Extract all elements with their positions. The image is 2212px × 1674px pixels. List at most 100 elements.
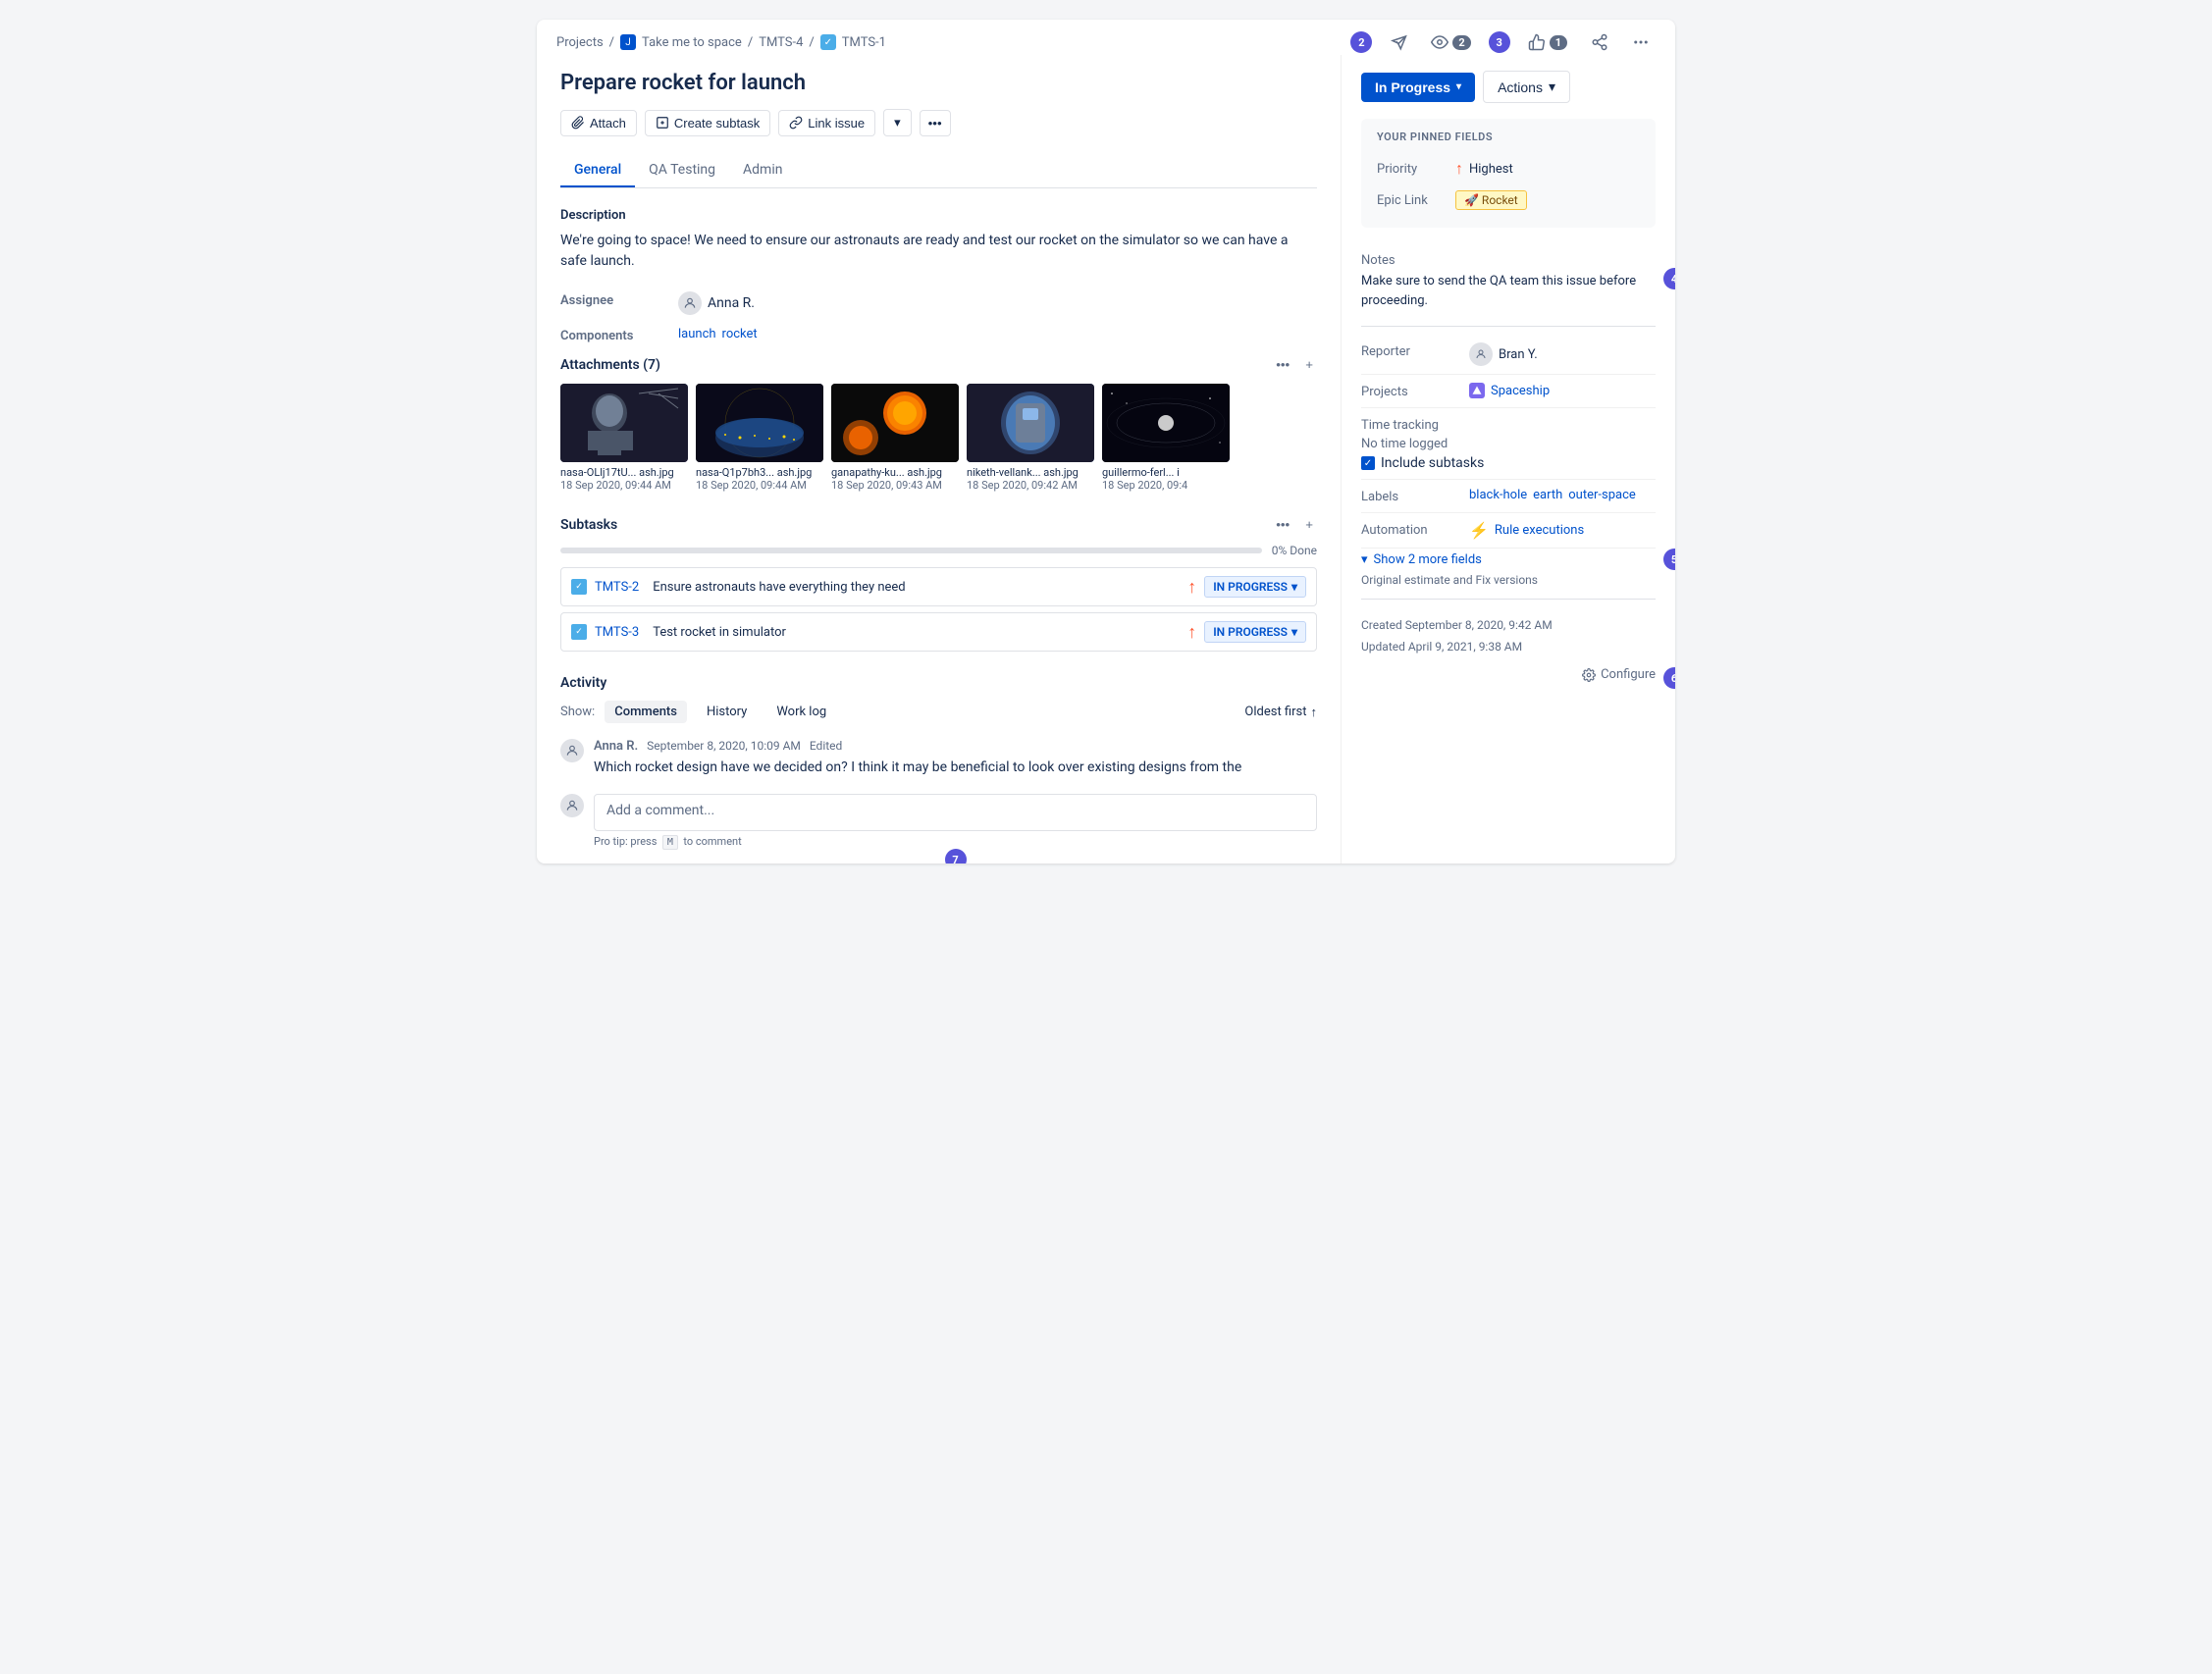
attachment-item[interactable]: nasa-OLlj17tU... ash.jpg 18 Sep 2020, 09…: [560, 384, 688, 492]
assignee-avatar: [678, 291, 702, 315]
created-timestamp: Created September 8, 2020, 9:42 AM: [1361, 615, 1656, 637]
component-launch[interactable]: launch: [678, 327, 716, 341]
actions-chevron: ▾: [1549, 78, 1555, 95]
subtask-item[interactable]: ✓ TMTS-2 Ensure astronauts have everythi…: [560, 567, 1317, 606]
rule-executions-link[interactable]: Rule executions: [1495, 523, 1584, 538]
time-tracking-row: Time tracking No time logged ✓ Include s…: [1361, 408, 1656, 480]
breadcrumb: Projects / J Take me to space / TMTS-4 /…: [556, 34, 886, 50]
assignee-value: Anna R.: [678, 291, 755, 315]
status-chevron: ▾: [1456, 81, 1461, 92]
attachments-add-button[interactable]: +: [1301, 355, 1317, 374]
priority-row: Priority ↑ Highest: [1377, 153, 1640, 184]
subtasks-more-button[interactable]: •••: [1272, 515, 1293, 534]
projects-label: Projects: [1361, 383, 1469, 399]
annotation-5: 5: [1663, 549, 1675, 570]
label-black-hole[interactable]: black-hole: [1469, 488, 1527, 502]
configure-row: Configure: [1361, 667, 1656, 682]
epic-value: 🚀 Rocket: [1455, 190, 1527, 210]
more-actions-dropdown[interactable]: ▾: [883, 109, 912, 136]
pro-tip-key: M: [662, 835, 678, 850]
automation-value: ⚡ Rule executions: [1469, 521, 1656, 540]
annotation-4: 4: [1663, 268, 1675, 289]
activity-tab-comments[interactable]: Comments: [605, 701, 687, 723]
breadcrumb-take-me-to-space[interactable]: Take me to space: [642, 35, 742, 50]
progress-bar: [560, 548, 1262, 553]
comment-avatar: [560, 739, 584, 762]
subtasks-actions: ••• +: [1272, 515, 1317, 534]
activity-tab-history[interactable]: History: [697, 701, 757, 723]
subtask-1-status[interactable]: IN PROGRESS ▾: [1204, 576, 1306, 598]
status-button[interactable]: In Progress ▾: [1361, 73, 1475, 102]
comment-input[interactable]: Add a comment...: [594, 794, 1317, 831]
watch-button[interactable]: 2: [1425, 29, 1476, 55]
attachment-date-1: 18 Sep 2020, 09:44 AM: [560, 479, 688, 492]
tab-admin[interactable]: Admin: [729, 154, 796, 187]
project-link[interactable]: Spaceship: [1491, 384, 1550, 398]
toolbar-more-button[interactable]: •••: [920, 110, 951, 136]
attachments-grid: nasa-OLlj17tU... ash.jpg 18 Sep 2020, 09…: [560, 384, 1317, 492]
create-subtask-button[interactable]: Create subtask: [645, 110, 770, 136]
include-subtasks-checkbox[interactable]: ✓: [1361, 456, 1375, 470]
subtask-2-link[interactable]: TMTS-3: [595, 625, 639, 640]
attachments-more-button[interactable]: •••: [1272, 355, 1293, 374]
project-icon: J: [620, 34, 636, 50]
annotation-3: 3: [1489, 31, 1510, 53]
breadcrumb-projects[interactable]: Projects: [556, 35, 604, 50]
epic-label: Epic Link: [1377, 193, 1455, 208]
tab-qa-testing[interactable]: QA Testing: [635, 154, 729, 187]
comment-edited: Edited: [810, 739, 842, 753]
reporter-avatar: [1469, 342, 1493, 366]
components-value: launch rocket: [678, 327, 758, 341]
activity-header: Activity: [560, 675, 1317, 691]
activity-sort[interactable]: Oldest first ↑: [1244, 705, 1317, 720]
components-row: Components launch rocket: [560, 327, 1317, 343]
automation-row: Automation ⚡ Rule executions: [1361, 513, 1656, 549]
labels-label: Labels: [1361, 488, 1469, 504]
attachment-item[interactable]: nasa-Q1p7bh3... ash.jpg 18 Sep 2020, 09:…: [696, 384, 823, 492]
subtask-1-text: Ensure astronauts have everything they n…: [653, 580, 1180, 595]
component-rocket[interactable]: rocket: [722, 327, 758, 341]
annotation-2: 2: [1350, 31, 1372, 53]
actions-button[interactable]: Actions ▾: [1483, 71, 1570, 103]
attachment-name-4: niketh-vellank... ash.jpg: [967, 466, 1094, 479]
label-earth[interactable]: earth: [1533, 488, 1562, 502]
breadcrumb-tmts4[interactable]: TMTS-4: [759, 35, 803, 50]
label-outer-space[interactable]: outer-space: [1568, 488, 1636, 502]
attachments-section: 8 Attachments (7) ••• +: [560, 355, 1317, 492]
attachment-item[interactable]: guillermo-ferl... i 18 Sep 2020, 09:4: [1102, 384, 1230, 492]
subtasks-add-button[interactable]: +: [1301, 515, 1317, 534]
subtask-2-status[interactable]: IN PROGRESS ▾: [1204, 621, 1306, 643]
left-panel: Prepare rocket for launch 1 Attach Creat…: [537, 55, 1342, 863]
attachment-date-3: 18 Sep 2020, 09:43 AM: [831, 479, 959, 492]
attachment-item[interactable]: niketh-vellank... ash.jpg 18 Sep 2020, 0…: [967, 384, 1094, 492]
share-button[interactable]: [1585, 29, 1614, 55]
configure-button[interactable]: Configure: [1582, 667, 1656, 682]
automation-label: Automation: [1361, 521, 1469, 538]
tabs: General QA Testing Admin: [560, 154, 1317, 188]
epic-tag[interactable]: 🚀 Rocket: [1455, 190, 1527, 210]
activity-tab-worklog[interactable]: Work log: [766, 701, 836, 723]
subtask-type-icon-2: ✓: [571, 624, 587, 640]
subtask-item[interactable]: ✓ TMTS-3 Test rocket in simulator ↑ IN P…: [560, 612, 1317, 652]
announce-button[interactable]: [1384, 29, 1413, 55]
subtask-1-link[interactable]: TMTS-2: [595, 580, 639, 595]
like-button[interactable]: 1: [1522, 29, 1573, 55]
more-options-button[interactable]: [1626, 29, 1656, 55]
pro-tip: Pro tip: press M to comment: [560, 835, 1317, 848]
breadcrumb-tmts1[interactable]: TMTS-1: [842, 35, 886, 50]
comment-placeholder: Add a comment...: [606, 803, 714, 818]
automation-content: ⚡ Rule executions: [1469, 521, 1656, 540]
attachments-header: Attachments (7) ••• +: [560, 355, 1317, 374]
comment-author: Anna R.: [594, 739, 638, 754]
project-logo: [1469, 383, 1485, 398]
attachment-item[interactable]: ganapathy-ku... ash.jpg 18 Sep 2020, 09:…: [831, 384, 959, 492]
watch-count: 2: [1452, 35, 1470, 50]
attach-button[interactable]: Attach: [560, 110, 637, 136]
reporter-label: Reporter: [1361, 342, 1469, 359]
actions-label: Actions: [1498, 79, 1543, 95]
notes-text: Make sure to send the QA team this issue…: [1361, 272, 1656, 310]
show-more-fields-button[interactable]: ▾ Show 2 more fields: [1361, 549, 1656, 571]
link-issue-button[interactable]: Link issue: [778, 110, 875, 136]
attachment-thumb-5: [1102, 384, 1230, 462]
tab-general[interactable]: General: [560, 154, 635, 187]
